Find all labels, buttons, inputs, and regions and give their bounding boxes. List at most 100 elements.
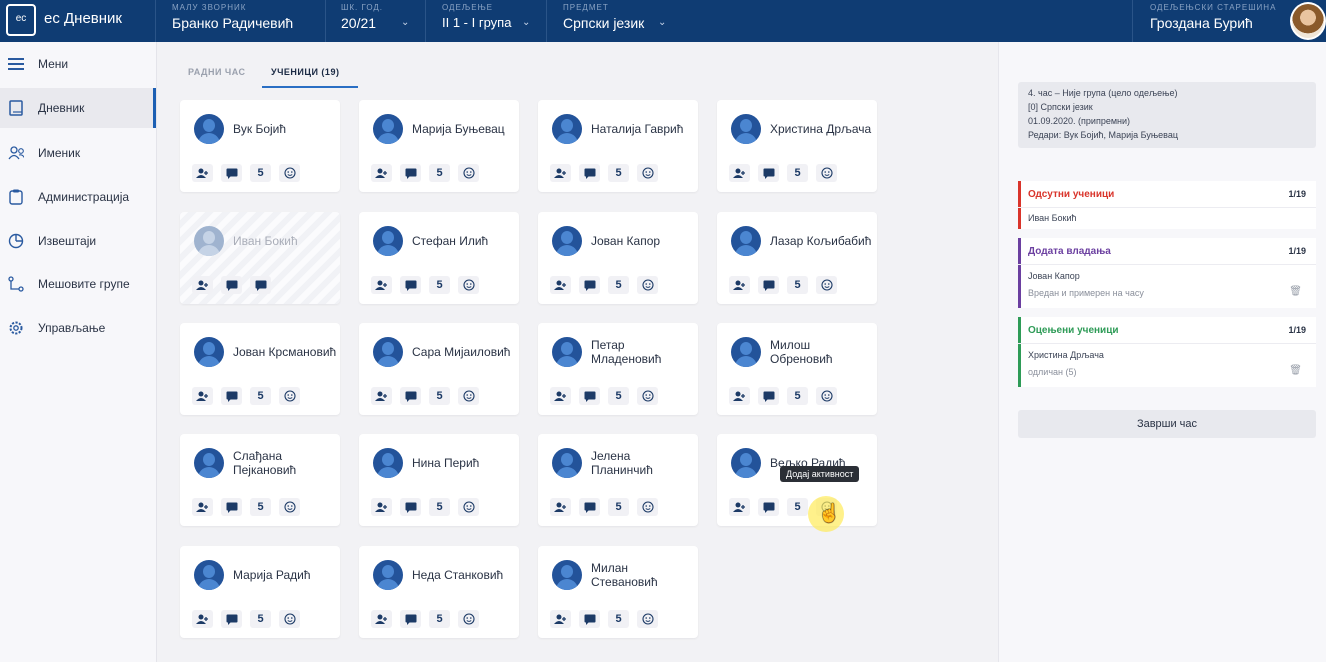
mark-absent-button[interactable] — [192, 164, 213, 182]
add-activity-button[interactable] — [816, 387, 837, 405]
grade-button[interactable]: 5 — [787, 164, 808, 182]
student-card[interactable]: Христина Дрљача 5 — [717, 100, 877, 192]
mark-absent-button[interactable] — [371, 164, 392, 182]
sidebar-item-register[interactable]: Именик — [0, 133, 156, 173]
student-card[interactable]: Јован Крсмановић 5 — [180, 323, 340, 415]
add-activity-button[interactable] — [637, 610, 658, 628]
add-activity-button[interactable] — [458, 610, 479, 628]
add-note-button[interactable] — [221, 164, 242, 182]
add-note-button[interactable] — [250, 276, 271, 294]
add-note-button[interactable] — [400, 276, 421, 294]
grade-button[interactable]: 5 — [787, 276, 808, 294]
class-select[interactable]: одељење II 1 - I група ⌄ — [442, 3, 542, 39]
add-activity-button[interactable] — [637, 387, 658, 405]
add-note-button[interactable] — [758, 387, 779, 405]
mark-absent-button[interactable] — [192, 276, 213, 294]
sidebar-item-diary[interactable]: Дневник — [0, 88, 156, 128]
grade-button[interactable]: 5 — [608, 164, 629, 182]
sidebar-item-management[interactable]: Управљање — [0, 308, 156, 348]
tab-working-lesson[interactable]: РАДНИ ЧАС — [188, 67, 246, 77]
mark-absent-button[interactable] — [729, 498, 750, 516]
mark-absent-button[interactable] — [729, 164, 750, 182]
mark-absent-button[interactable] — [371, 276, 392, 294]
add-activity-button[interactable] — [637, 498, 658, 516]
mark-absent-button[interactable] — [550, 498, 571, 516]
sidebar-item-reports[interactable]: Извештаји — [0, 221, 156, 261]
student-card[interactable]: Марија Радић 5 — [180, 546, 340, 638]
student-card[interactable]: Неда Станковић 5 — [359, 546, 519, 638]
add-activity-button[interactable] — [458, 276, 479, 294]
student-card[interactable]: Милан Стевановић 5 — [538, 546, 698, 638]
add-note-button[interactable] — [758, 276, 779, 294]
sidebar-item-menu[interactable]: Мени — [0, 44, 156, 84]
student-card[interactable]: Слађана Пејкановић 5 — [180, 434, 340, 526]
grade-button[interactable]: 5 — [250, 164, 271, 182]
add-note-button[interactable] — [758, 164, 779, 182]
grade-button[interactable]: 5 — [608, 276, 629, 294]
student-card[interactable]: Вук Бојић 5 — [180, 100, 340, 192]
mark-absent-button[interactable] — [550, 276, 571, 294]
student-card[interactable]: Петар Младеновић 5 — [538, 323, 698, 415]
add-note-button[interactable] — [579, 498, 600, 516]
add-activity-button[interactable] — [279, 387, 300, 405]
mark-absent-button[interactable] — [550, 610, 571, 628]
trash-icon[interactable]: 🗑 — [1289, 365, 1302, 376]
add-note-button[interactable] — [221, 387, 242, 405]
add-note-button[interactable] — [579, 387, 600, 405]
add-activity-button[interactable] — [816, 164, 837, 182]
mark-absent-button[interactable] — [729, 276, 750, 294]
add-note-button[interactable] — [400, 164, 421, 182]
school-year-select[interactable]: шк. год. 20/21 ⌄ — [341, 3, 421, 39]
end-lesson-button[interactable]: Заврши час — [1018, 410, 1316, 438]
add-activity-button[interactable] — [637, 164, 658, 182]
sidebar-item-mixed-groups[interactable]: Мешовите групе — [0, 264, 156, 304]
student-card[interactable]: Марија Буњевац 5 — [359, 100, 519, 192]
grade-button[interactable]: 5 — [429, 387, 450, 405]
add-note-button[interactable] — [400, 387, 421, 405]
add-activity-button[interactable] — [816, 276, 837, 294]
add-note-button[interactable] — [758, 498, 779, 516]
tab-students[interactable]: УЧЕНИЦИ (19) — [271, 67, 339, 77]
student-card[interactable]: Наталија Гаврић 5 — [538, 100, 698, 192]
grade-button[interactable]: 5 — [787, 498, 808, 516]
add-note-button[interactable] — [221, 276, 242, 294]
student-card[interactable]: Нина Перић 5 — [359, 434, 519, 526]
mark-absent-button[interactable] — [550, 387, 571, 405]
add-activity-button[interactable] — [637, 276, 658, 294]
add-note-button[interactable] — [400, 610, 421, 628]
mark-absent-button[interactable] — [729, 387, 750, 405]
mark-absent-button[interactable] — [192, 387, 213, 405]
mark-absent-button[interactable] — [192, 498, 213, 516]
user-avatar[interactable] — [1290, 2, 1326, 40]
grade-button[interactable]: 5 — [250, 387, 271, 405]
add-activity-button[interactable] — [458, 164, 479, 182]
grade-button[interactable]: 5 — [429, 164, 450, 182]
mark-absent-button[interactable] — [371, 498, 392, 516]
add-activity-button[interactable] — [458, 387, 479, 405]
student-card[interactable]: Сара Мијаиловић 5 — [359, 323, 519, 415]
add-activity-button[interactable] — [458, 498, 479, 516]
grade-button[interactable]: 5 — [250, 610, 271, 628]
grade-button[interactable]: 5 — [787, 387, 808, 405]
trash-icon[interactable]: 🗑 — [1289, 286, 1302, 297]
grade-button[interactable]: 5 — [429, 610, 450, 628]
add-note-button[interactable] — [221, 610, 242, 628]
add-note-button[interactable] — [579, 610, 600, 628]
grade-button[interactable]: 5 — [608, 498, 629, 516]
student-card[interactable]: Иван Бокић — [180, 212, 340, 304]
add-activity-button[interactable] — [279, 164, 300, 182]
add-activity-button[interactable] — [279, 610, 300, 628]
grade-button[interactable]: 5 — [250, 498, 271, 516]
grade-button[interactable]: 5 — [429, 498, 450, 516]
grade-button[interactable]: 5 — [608, 387, 629, 405]
grade-button[interactable]: 5 — [429, 276, 450, 294]
student-card[interactable]: Јован Капор 5 — [538, 212, 698, 304]
sidebar-item-administration[interactable]: Администрација — [0, 177, 156, 217]
mark-absent-button[interactable] — [371, 387, 392, 405]
subject-select[interactable]: предмет Српски језик ⌄ — [563, 3, 673, 39]
add-note-button[interactable] — [400, 498, 421, 516]
mark-absent-button[interactable] — [550, 164, 571, 182]
student-card[interactable]: Лазар Кољибабић 5 — [717, 212, 877, 304]
homeroom-teacher[interactable]: одељењски старешина Гроздана Бурић — [1150, 3, 1285, 39]
add-note-button[interactable] — [579, 276, 600, 294]
